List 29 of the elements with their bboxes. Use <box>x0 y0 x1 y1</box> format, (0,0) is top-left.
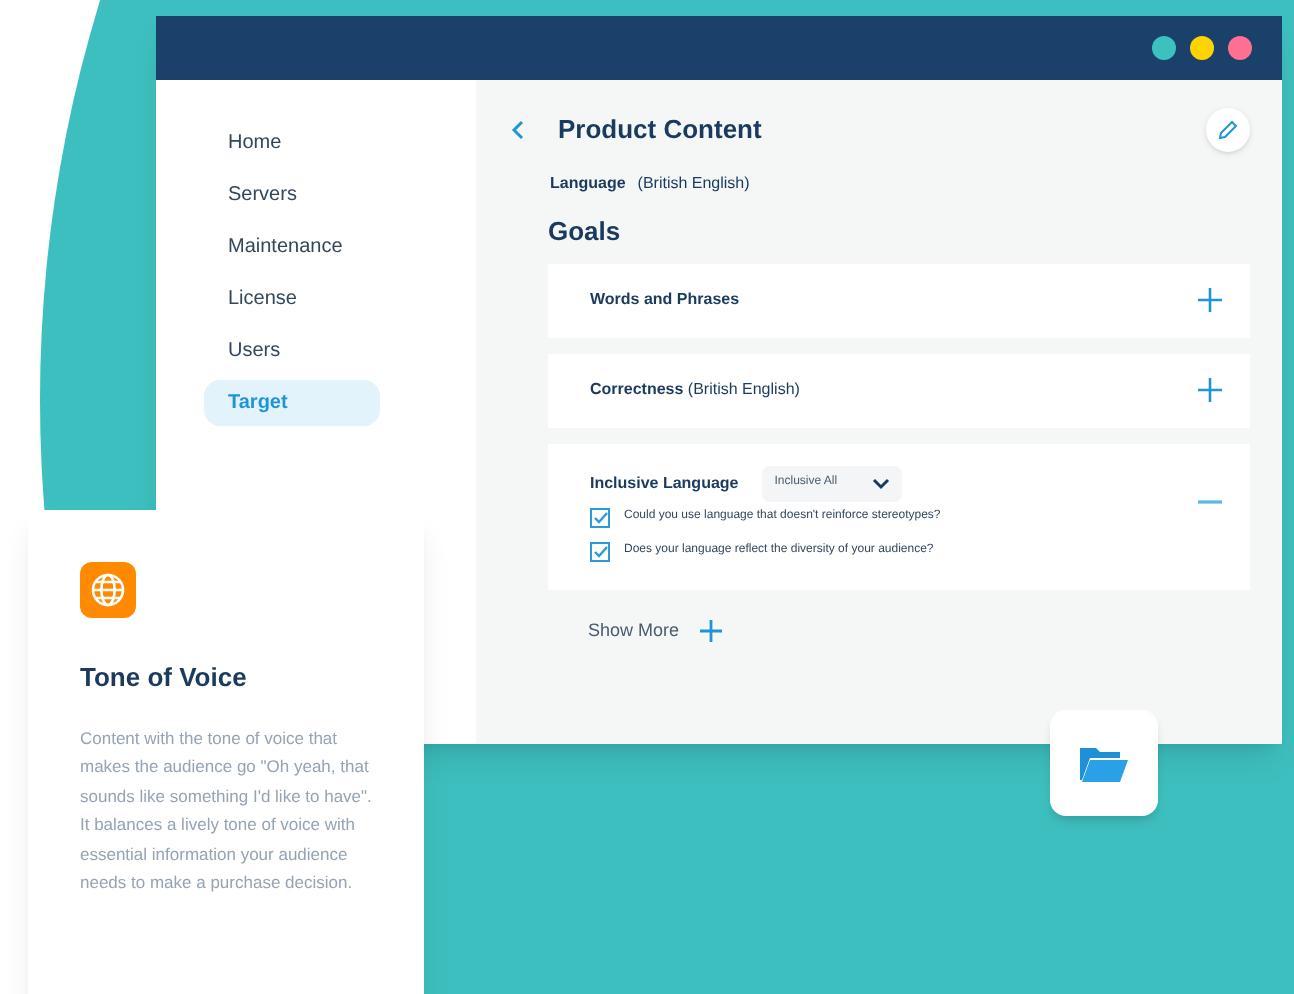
pencil-icon <box>1218 120 1238 140</box>
sidebar-item[interactable]: License <box>204 276 380 320</box>
globe-tile-icon <box>80 562 136 618</box>
edit-button[interactable] <box>1206 108 1250 152</box>
folder-icon <box>1078 743 1130 783</box>
sidebar-item[interactable]: Maintenance <box>204 224 380 268</box>
card-description: Content with the tone of voice that makes the audience go "Oh yeah, that sounds like something I'd like to have". It balances a lively tone of voice with essential information your audience needs to make a purchase decision. <box>80 725 372 896</box>
card-title: Tone of Voice <box>80 660 249 696</box>
page-title: Product Content <box>558 112 762 149</box>
plus-icon[interactable] <box>1198 378 1222 402</box>
checkbox[interactable] <box>590 541 610 561</box>
goal-panel[interactable]: Words and Phrases <box>548 263 1250 337</box>
checkbox[interactable] <box>590 507 610 527</box>
plus-icon[interactable] <box>1198 288 1222 312</box>
plus-icon <box>699 619 722 642</box>
goal-title: Words and Phrases <box>590 288 740 312</box>
goal-panel[interactable]: Correctness (British English) <box>548 353 1250 427</box>
sidebar-item[interactable]: Home <box>204 120 380 164</box>
sidebar-item[interactable]: Users <box>204 328 380 372</box>
goal-title: Inclusive Language <box>590 471 739 495</box>
language-label: Language <box>550 172 626 196</box>
show-more-button[interactable]: Show More <box>588 617 722 644</box>
chevron-down-icon <box>872 477 891 489</box>
minus-icon[interactable] <box>1198 499 1222 503</box>
language-value: (British English) <box>637 172 750 196</box>
goal-title: Correctness (British English) <box>590 378 800 402</box>
sidebar-item[interactable]: Servers <box>204 172 380 216</box>
back-chevron-icon[interactable] <box>510 120 526 140</box>
section-title: Goals <box>548 214 623 250</box>
